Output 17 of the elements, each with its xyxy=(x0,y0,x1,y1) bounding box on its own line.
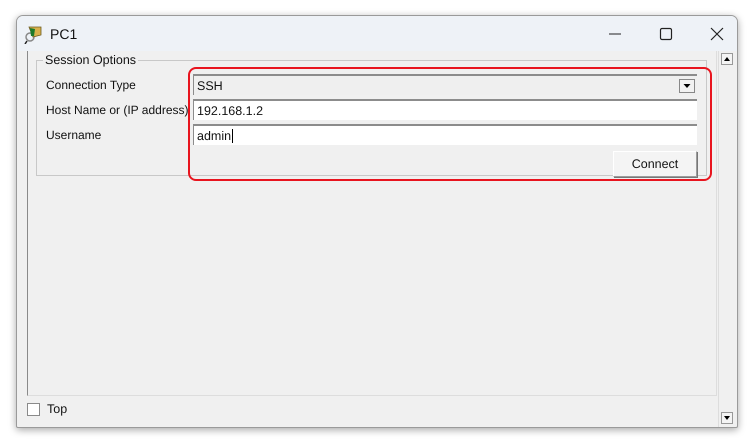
input-field[interactable]: 192.168.1.2 xyxy=(193,99,697,120)
close-icon[interactable] xyxy=(710,26,724,40)
dropdown[interactable]: SSH xyxy=(193,74,697,95)
connect-button[interactable]: Connect xyxy=(613,151,697,177)
field-label: Username xyxy=(46,128,102,142)
scrollbar[interactable] xyxy=(718,51,735,427)
app-icon xyxy=(24,24,44,44)
checkbox-label[interactable]: Top xyxy=(47,402,68,416)
field-label: Host Name or (IP address) xyxy=(46,102,190,116)
field-label: Connection Type xyxy=(46,78,137,92)
scroll-down-icon[interactable] xyxy=(721,412,733,424)
input-field[interactable]: admin xyxy=(193,124,697,145)
window-title: PC1 xyxy=(50,26,78,42)
maximize-icon[interactable] xyxy=(659,26,673,40)
checkbox[interactable] xyxy=(27,402,40,416)
scroll-up-icon[interactable] xyxy=(721,53,733,65)
group-title: Session Options xyxy=(44,53,138,67)
